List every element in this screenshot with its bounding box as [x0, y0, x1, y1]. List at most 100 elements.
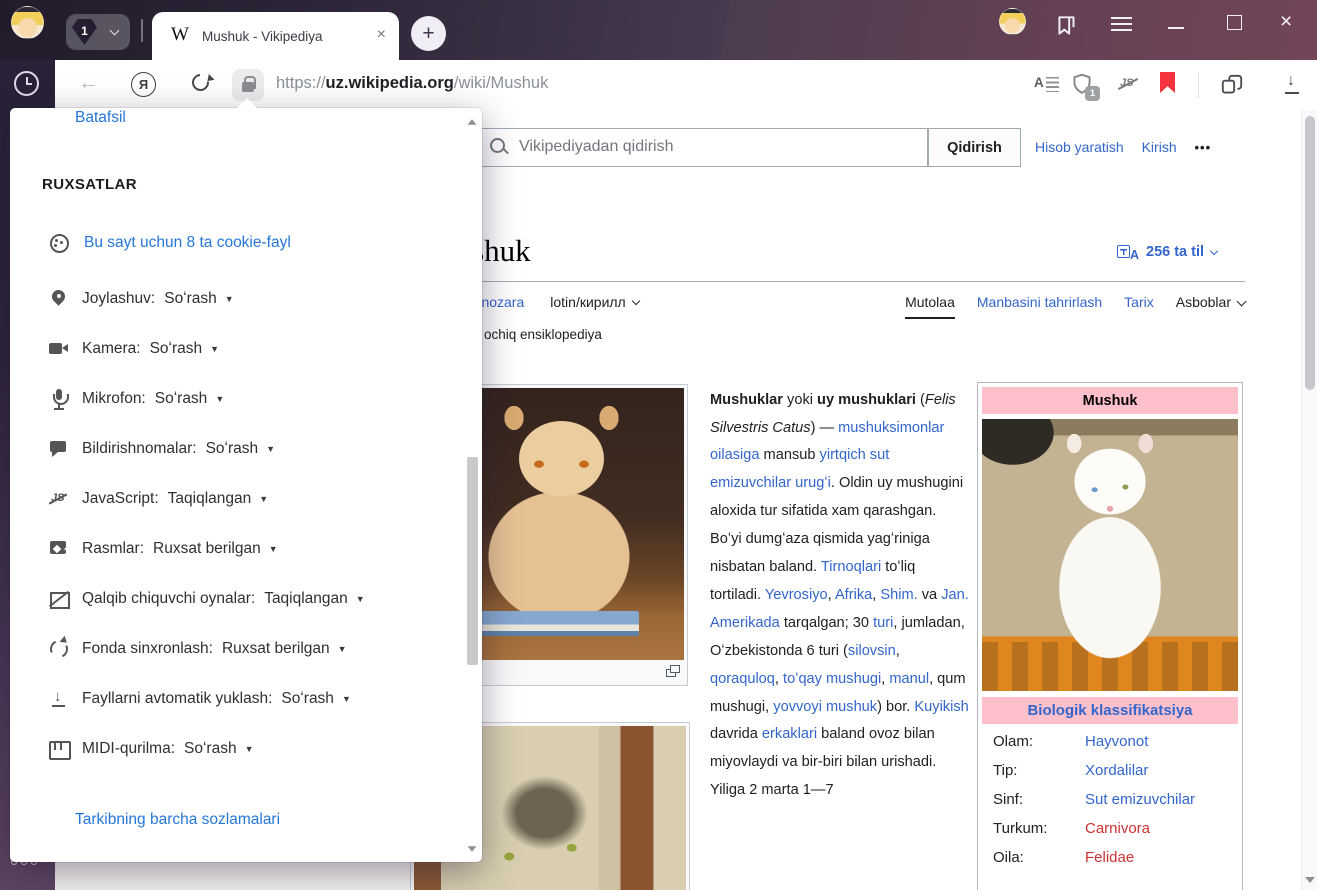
reader-mode-icon[interactable] — [1034, 75, 1059, 94]
taxonomy-value-link[interactable]: Xordalilar — [1085, 762, 1148, 779]
javascript-blocked-icon[interactable] — [1117, 74, 1141, 94]
dropdown-caret-icon[interactable]: ▼ — [342, 694, 351, 704]
permission-value-dropdown[interactable]: Soʻrash — [206, 440, 259, 458]
scrollbar-thumb[interactable] — [1305, 116, 1315, 390]
tab-group-expand-button[interactable] — [102, 20, 126, 44]
taxonomy-value-link[interactable]: Felidae — [1085, 849, 1134, 866]
new-tab-button[interactable]: + — [411, 16, 446, 51]
paragraph-segment[interactable]: Shim. — [880, 587, 917, 603]
permission-value-dropdown[interactable]: Ruxsat berilgan — [153, 540, 261, 558]
site-permissions-lock-button[interactable] — [232, 69, 264, 101]
bookmark-added-icon[interactable] — [1160, 72, 1175, 93]
permission-value-dropdown[interactable]: Soʻrash — [281, 690, 334, 708]
dropdown-caret-icon[interactable]: ▼ — [356, 594, 365, 604]
paragraph-segment[interactable]: erkaklari — [762, 726, 817, 742]
taxonomy-value-link[interactable]: Sut emizuvchilar — [1085, 791, 1195, 808]
paragraph-segment[interactable]: Kuyikish — [914, 699, 968, 715]
dropdown-caret-icon[interactable]: ▼ — [215, 394, 224, 404]
white-kitten-image[interactable] — [982, 419, 1238, 691]
taxonomy-value-link[interactable]: Hayvonot — [1085, 733, 1148, 750]
tab-group-count: 1 — [81, 24, 88, 38]
dropdown-caret-icon[interactable]: ▼ — [338, 644, 347, 654]
cookies-row[interactable]: Bu sayt uchun 8 ta cookie-fayl — [48, 232, 291, 254]
location-icon — [48, 288, 70, 310]
article-tabs-right: Mutolaa Manbasini tahrirlash Tarix Asboblar — [685, 294, 1245, 319]
wiki-search-input[interactable]: Vikipediyadan qidirish — [478, 128, 928, 167]
collections-icon[interactable] — [1218, 72, 1246, 98]
panel-scrollbar-thumb[interactable] — [467, 457, 478, 665]
language-selector[interactable]: 256 ta til — [1117, 243, 1217, 261]
article-tab[interactable]: Asboblar — [1176, 294, 1245, 319]
search-button[interactable]: Qidirish — [928, 128, 1021, 167]
scroll-down-arrow-icon[interactable] — [468, 846, 477, 851]
bookmarks-panel-icon[interactable] — [1054, 13, 1080, 39]
paragraph-segment[interactable]: Tirnoqlari — [821, 559, 881, 575]
history-clock-icon[interactable] — [14, 71, 39, 96]
taxonomy-row: Sinf: Sut emizuvchilar — [993, 791, 1238, 808]
permission-value-dropdown[interactable]: Taqiqlangan — [168, 490, 252, 508]
paragraph-segment[interactable]: silovsin — [848, 643, 896, 659]
permission-value-dropdown[interactable]: Soʻrash — [155, 390, 208, 408]
page-scrollbar[interactable] — [1301, 110, 1317, 890]
permission-value-dropdown[interactable]: Taqiqlangan — [264, 590, 348, 608]
downloads-icon[interactable] — [1283, 72, 1301, 96]
cookies-link[interactable]: Bu sayt uchun 8 ta cookie-fayl — [84, 234, 291, 252]
more-options-dots[interactable]: ••• — [1195, 140, 1212, 155]
all-content-settings-link[interactable]: Tarkibning barcha sozlamalari — [75, 811, 280, 829]
scroll-up-arrow-icon[interactable] — [468, 119, 477, 124]
permission-row: MIDI-qurilma: Soʻrash ▼ — [48, 738, 365, 760]
yandex-search-icon[interactable]: Я — [131, 72, 156, 97]
biological-classification-link[interactable]: Biologik klassifikatsiya — [1027, 702, 1192, 719]
paragraph-segment[interactable]: Yevrosiyo — [765, 587, 828, 603]
dropdown-caret-icon[interactable]: ▼ — [245, 744, 254, 754]
address-bar[interactable]: https://uz.wikipedia.org/wiki/Mushuk — [276, 74, 548, 93]
paragraph-segment[interactable]: manul — [889, 671, 929, 687]
taxonomy-label: Olam: — [993, 733, 1085, 750]
scroll-down-arrow-icon[interactable] — [1305, 877, 1315, 883]
dropdown-caret-icon[interactable]: ▼ — [210, 344, 219, 354]
permission-label: Rasmlar: — [82, 540, 144, 558]
browser-titlebar: 1 W Mushuk - Vikipediya × + × — [0, 0, 1317, 60]
permission-label: JavaScript: — [82, 490, 159, 508]
login-link[interactable]: Kirish — [1142, 139, 1177, 155]
create-account-link[interactable]: Hisob yaratish — [1035, 139, 1124, 155]
details-link[interactable]: Batafsil — [75, 109, 126, 127]
article-tab[interactable]: Mutolaa — [905, 294, 955, 319]
tab-close-icon[interactable]: × — [377, 26, 386, 44]
dropdown-caret-icon[interactable]: ▼ — [225, 294, 234, 304]
paragraph-segment[interactable]: Afrika — [835, 587, 872, 603]
refresh-icon[interactable] — [189, 71, 213, 95]
article-tab[interactable]: Manbasini tahrirlash — [977, 294, 1102, 319]
window-minimize-button[interactable] — [1168, 27, 1184, 29]
profile-avatar[interactable] — [11, 6, 44, 39]
tab-group-pill[interactable]: 1 — [66, 14, 130, 50]
language-count-label: 256 ta til — [1146, 244, 1204, 260]
back-arrow-icon[interactable]: ← — [78, 71, 99, 95]
permission-value-dropdown[interactable]: Ruxsat berilgan — [222, 640, 330, 658]
window-close-button[interactable]: × — [1280, 10, 1292, 34]
dropdown-caret-icon[interactable]: ▼ — [269, 544, 278, 554]
paragraph-segment[interactable]: qoraquloq — [710, 671, 775, 687]
cookie-icon — [48, 232, 70, 254]
dropdown-caret-icon[interactable]: ▼ — [266, 444, 275, 454]
panel-scrollbar[interactable] — [465, 110, 480, 860]
enlarge-icon[interactable] — [666, 665, 680, 677]
article-tab[interactable]: Tarix — [1124, 294, 1154, 319]
tab-group-badge[interactable]: 1 — [72, 19, 97, 45]
paragraph-segment[interactable]: turi — [873, 615, 893, 631]
permission-value-dropdown[interactable]: Soʻrash — [150, 340, 203, 358]
sync-avatar[interactable] — [999, 8, 1026, 35]
dropdown-caret-icon[interactable]: ▼ — [259, 494, 268, 504]
protect-shield-icon[interactable]: 1 — [1069, 71, 1097, 99]
variant-selector[interactable]: lotin/кирилл — [550, 294, 638, 310]
paragraph-segment[interactable]: yovvoyi mushuk — [773, 699, 877, 715]
permission-value-dropdown[interactable]: Soʻrash — [164, 290, 217, 308]
browser-tab[interactable]: W Mushuk - Vikipediya × — [152, 12, 399, 60]
paragraph-segment[interactable]: toʻqay mushugi — [783, 671, 881, 687]
window-maximize-button[interactable] — [1227, 15, 1242, 30]
permission-row: JavaScript: Taqiqlangan ▼ — [48, 488, 365, 510]
menu-icon[interactable] — [1111, 17, 1132, 31]
taxonomy-value-link[interactable]: Carnivora — [1085, 820, 1150, 837]
permission-value-dropdown[interactable]: Soʻrash — [184, 740, 237, 758]
paragraph-segment: , — [775, 671, 783, 687]
